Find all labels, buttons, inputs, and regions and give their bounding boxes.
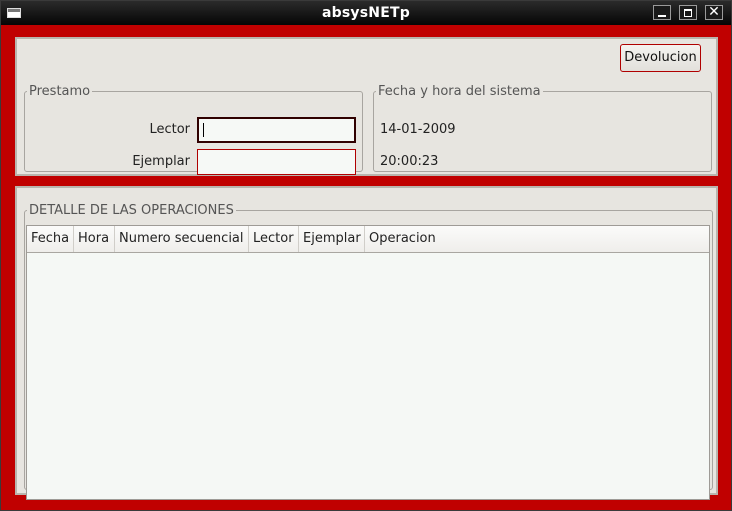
prestamo-group: Prestamo Lector Ejemplar	[24, 84, 363, 175]
column-header-hora[interactable]: Hora	[74, 226, 115, 252]
operations-group: DETALLE DE LAS OPERACIONES Fecha Hora Nu…	[24, 203, 713, 500]
system-time: 20:00:23	[380, 154, 439, 169]
system-datetime-legend: Fecha y hora del sistema	[378, 84, 541, 99]
column-header-fecha[interactable]: Fecha	[27, 226, 74, 252]
minimize-icon[interactable]	[653, 5, 671, 20]
lector-label: Lector	[149, 122, 190, 137]
maximize-icon[interactable]	[679, 5, 697, 20]
ejemplar-label: Ejemplar	[132, 154, 190, 169]
bottom-panel: DETALLE DE LAS OPERACIONES Fecha Hora Nu…	[15, 186, 718, 500]
ejemplar-input[interactable]	[197, 149, 356, 175]
top-panel: Devolucion Prestamo Lector Ejemplar Fech…	[15, 37, 718, 176]
column-header-ejemplar[interactable]: Ejemplar	[299, 226, 365, 252]
column-header-operacion[interactable]: Operacion	[365, 226, 709, 252]
operations-table[interactable]: Fecha Hora Numero secuencial Lector Ejem…	[26, 225, 710, 500]
text-caret	[203, 123, 204, 137]
app-window: absysNETp ✕ Devolucion Prestamo Lector E…	[0, 0, 732, 511]
close-icon[interactable]: ✕	[705, 4, 723, 20]
operations-legend: DETALLE DE LAS OPERACIONES	[29, 203, 234, 218]
column-header-numero-secuencial[interactable]: Numero secuencial	[115, 226, 249, 252]
system-date: 14-01-2009	[380, 122, 456, 137]
column-header-lector[interactable]: Lector	[249, 226, 299, 252]
table-header: Fecha Hora Numero secuencial Lector Ejem…	[27, 226, 709, 253]
prestamo-legend: Prestamo	[29, 84, 91, 99]
devolucion-button[interactable]: Devolucion	[620, 44, 701, 72]
title-bar[interactable]: absysNETp ✕	[1, 1, 731, 25]
lector-input[interactable]	[197, 117, 356, 143]
window-title: absysNETp	[322, 5, 410, 21]
system-datetime-group: Fecha y hora del sistema 14-01-2009 20:0…	[373, 84, 712, 172]
